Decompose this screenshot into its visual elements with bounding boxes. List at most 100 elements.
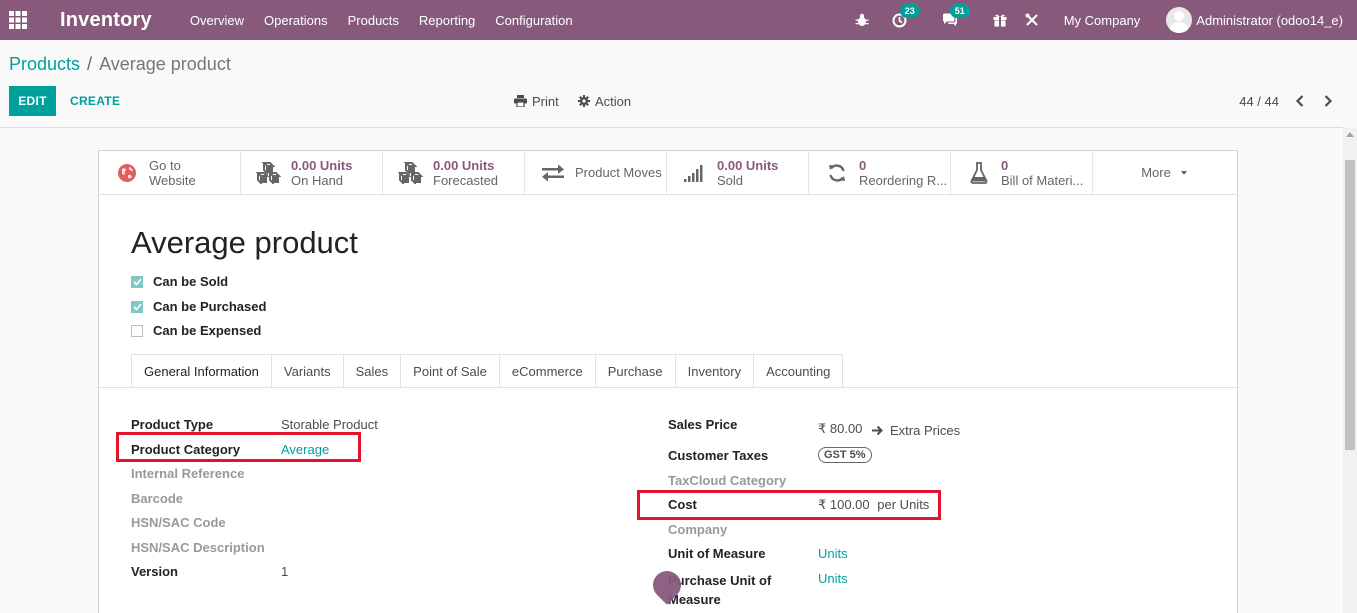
smart-button-box: Go to Website 0.00 Units On Hand 0.00 Un… (99, 151, 1237, 195)
version-label: Version (131, 564, 178, 579)
can-be-expensed-label: Can be Expensed (153, 323, 262, 338)
control-panel-divider (0, 127, 1343, 128)
on-hand-value: 0.00 Units (291, 157, 353, 173)
forecasted-label: Forecasted (433, 172, 499, 188)
form-sheet: Go to Website 0.00 Units On Hand 0.00 Un… (98, 150, 1238, 613)
scrollbar[interactable] (1343, 128, 1357, 613)
more-label: More (1141, 165, 1171, 180)
action-button[interactable]: Action (578, 86, 631, 116)
tabs-divider (99, 387, 1237, 388)
can-be-expensed-checkbox[interactable] (131, 324, 143, 337)
product-moves-smart-button[interactable]: Product Moves (525, 151, 667, 194)
bug-icon[interactable] (855, 13, 869, 27)
on-hand-label: On Hand (291, 172, 344, 188)
product-moves-label: Product Moves (575, 165, 662, 180)
globe-icon (113, 159, 141, 187)
can-be-sold-checkbox[interactable] (131, 275, 143, 288)
can-be-purchased-checkbox[interactable] (131, 300, 143, 313)
bom-label: Bill of Materi... (1001, 172, 1084, 188)
unit-of-measure-label: Unit of Measure (668, 546, 766, 561)
menu-overview[interactable]: Overview (190, 13, 244, 28)
customer-taxes-label: Customer Taxes (668, 448, 769, 463)
menu-reporting[interactable]: Reporting (419, 13, 475, 28)
pager-next-icon[interactable] (1323, 86, 1333, 116)
notebook-tabs: General Information Variants Sales Point… (131, 354, 844, 388)
can-be-sold-row[interactable]: Can be Sold (131, 274, 228, 289)
print-label: Print (532, 93, 559, 109)
menu-products[interactable]: Products (348, 13, 399, 28)
menu-configuration[interactable]: Configuration (495, 13, 572, 28)
sold-smart-button[interactable]: 0.00 Units Sold (667, 151, 809, 194)
tab-general-information[interactable]: General Information (131, 354, 272, 388)
can-be-sold-label: Can be Sold (153, 274, 229, 289)
hsn-description-label: HSN/SAC Description (131, 540, 265, 555)
can-be-expensed-row[interactable]: Can be Expensed (131, 323, 261, 338)
breadcrumb-products-link[interactable]: Products (9, 54, 80, 75)
breadcrumb-separator: / (87, 54, 93, 74)
product-type-label: Product Type (131, 417, 214, 432)
tab-inventory[interactable]: Inventory (674, 354, 755, 388)
scroll-up-icon[interactable] (1346, 132, 1354, 137)
breadcrumb-current: Average product (99, 54, 231, 74)
reordering-smart-button[interactable]: 0 Reordering R... (809, 151, 951, 194)
purchase-uom-label-line1: Purchase Unit of (668, 573, 772, 588)
product-name[interactable]: Average product (131, 225, 358, 261)
company-label: Company (668, 522, 728, 537)
signal-bars-icon (681, 159, 709, 187)
pager-previous-icon[interactable] (1295, 86, 1305, 116)
scroll-thumb[interactable] (1345, 160, 1355, 450)
app-name[interactable]: Inventory (60, 9, 152, 32)
user-menu[interactable]: Administrator (odoo14_e) (1166, 7, 1343, 33)
gear-icon (578, 95, 590, 107)
can-be-purchased-label: Can be Purchased (153, 299, 267, 314)
apps-menu-icon[interactable] (0, 0, 36, 40)
activity-clock-icon[interactable]: 23 (892, 3, 920, 28)
messages-icon[interactable]: 51 (942, 4, 970, 27)
tab-accounting[interactable]: Accounting (753, 354, 844, 388)
exchange-icon (539, 159, 567, 187)
tab-variants[interactable]: Variants (270, 354, 344, 388)
tab-purchase[interactable]: Purchase (594, 354, 676, 388)
tab-point-of-sale[interactable]: Point of Sale (400, 354, 500, 388)
print-button[interactable]: Print (514, 86, 559, 116)
avatar (1166, 7, 1193, 33)
barcode-label: Barcode (131, 491, 184, 506)
more-smart-buttons[interactable]: More (1093, 151, 1235, 194)
user-name: Administrator (odoo14_e) (1196, 12, 1343, 28)
unit-of-measure-value[interactable]: Units (818, 546, 848, 561)
edit-button[interactable]: EDIT (9, 86, 56, 116)
customer-taxes-value[interactable]: GST 5% (818, 446, 872, 463)
flask-icon (965, 159, 993, 187)
company-switcher[interactable]: My Company (1064, 13, 1141, 28)
purchase-uom-label: Purchase Unit of Measure (668, 571, 771, 609)
tax-tag: GST 5% (818, 447, 872, 463)
tools-icon[interactable] (1025, 13, 1039, 27)
tab-sales[interactable]: Sales (342, 354, 402, 388)
tab-ecommerce[interactable]: eCommerce (498, 354, 596, 388)
website-smart-button[interactable]: Go to Website (99, 151, 241, 194)
on-hand-smart-button[interactable]: 0.00 Units On Hand (241, 151, 383, 194)
create-button[interactable]: CREATE (70, 86, 120, 116)
extra-prices-button[interactable]: Extra Prices (872, 423, 960, 438)
reordering-value: 0 (859, 157, 867, 173)
forecasted-value: 0.00 Units (433, 157, 495, 173)
action-label: Action (595, 93, 632, 109)
highlight-cost (637, 490, 941, 520)
menu-operations[interactable]: Operations (264, 13, 328, 28)
cubes-icon (255, 159, 283, 187)
internal-reference-label: Internal Reference (131, 466, 245, 481)
pager-value[interactable]: 44 / 44 (1239, 86, 1279, 116)
purchase-uom-value[interactable]: Units (818, 571, 848, 586)
forecasted-smart-button[interactable]: 0.00 Units Forecasted (383, 151, 525, 194)
website-label-line1: Go to (149, 157, 181, 173)
arrow-right-icon (872, 425, 883, 436)
version-value[interactable]: 1 (281, 564, 288, 579)
printer-icon (514, 95, 527, 107)
can-be-purchased-row[interactable]: Can be Purchased (131, 299, 266, 314)
sales-price-value[interactable]: ₹ 80.00 (818, 421, 862, 437)
extra-prices-label: Extra Prices (890, 423, 961, 438)
gift-icon[interactable] (993, 13, 1007, 27)
bom-smart-button[interactable]: 0 Bill of Materi... (951, 151, 1093, 194)
product-type-value[interactable]: Storable Product (281, 417, 378, 432)
caret-down-icon (1180, 170, 1187, 175)
